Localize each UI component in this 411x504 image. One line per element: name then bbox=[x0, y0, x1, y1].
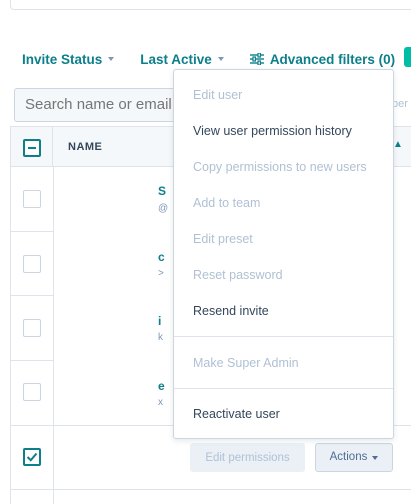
filter-bar: Invite Status Last Active Advanced filte… bbox=[22, 48, 395, 70]
row-name-fragment[interactable]: c bbox=[158, 250, 165, 264]
row-name-fragment[interactable]: e bbox=[158, 379, 165, 393]
invite-status-filter[interactable]: Invite Status bbox=[22, 51, 115, 67]
menu-item-resend-invite[interactable]: Resend invite bbox=[193, 304, 269, 318]
menu-item-reactivate-user[interactable]: Reactivate user bbox=[193, 407, 280, 421]
menu-item-edit-preset: Edit preset bbox=[193, 232, 253, 246]
row-name-fragment[interactable]: i bbox=[158, 314, 161, 328]
last-active-label: Last Active bbox=[140, 51, 212, 67]
row-checkbox-checked[interactable] bbox=[23, 448, 41, 466]
users-page: Invite Status Last Active Advanced filte… bbox=[0, 0, 411, 504]
primary-action-button[interactable] bbox=[404, 47, 411, 67]
row-checkbox[interactable] bbox=[23, 255, 41, 273]
row-email-fragment: x bbox=[158, 397, 163, 408]
row-email-fragment: > bbox=[158, 268, 164, 279]
row-checkbox[interactable] bbox=[23, 383, 41, 401]
actions-label: Actions bbox=[329, 451, 368, 463]
select-all-checkbox[interactable] bbox=[23, 139, 41, 157]
menu-item-reset-password: Reset password bbox=[193, 268, 283, 282]
sort-icon[interactable]: ▲ bbox=[393, 139, 403, 150]
row-name-fragment[interactable]: S bbox=[158, 184, 166, 198]
advanced-filters-label: Advanced filters (0) bbox=[269, 51, 396, 67]
column-divider bbox=[53, 167, 54, 504]
row-divider bbox=[11, 295, 53, 296]
name-column-header[interactable]: NAME bbox=[68, 141, 102, 153]
row-email-fragment: k bbox=[158, 332, 163, 343]
chevron-down-icon bbox=[108, 57, 115, 61]
permissions-column-fragment: per bbox=[392, 98, 408, 110]
row-checkbox[interactable] bbox=[23, 319, 41, 337]
row-divider bbox=[11, 360, 53, 361]
chevron-down-icon bbox=[372, 455, 379, 460]
row-email-fragment: @ bbox=[158, 203, 169, 214]
menu-divider bbox=[174, 388, 393, 389]
check-icon bbox=[26, 452, 38, 462]
chevron-down-icon bbox=[217, 57, 224, 61]
top-card bbox=[10, 0, 411, 10]
menu-item-copy-permissions: Copy permissions to new users bbox=[193, 160, 367, 174]
advanced-filters-button[interactable]: Advanced filters (0) bbox=[249, 51, 396, 67]
row-divider bbox=[11, 489, 411, 490]
row-checkbox[interactable] bbox=[23, 190, 41, 208]
invite-status-label: Invite Status bbox=[22, 51, 103, 67]
last-active-filter[interactable]: Last Active bbox=[140, 52, 224, 67]
row-divider bbox=[11, 231, 53, 232]
actions-dropdown-menu: Edit user View user permission history C… bbox=[173, 69, 394, 439]
actions-button[interactable]: Actions bbox=[315, 443, 393, 472]
edit-permissions-button[interactable]: Edit permissions bbox=[190, 443, 305, 472]
menu-item-view-permission-history[interactable]: View user permission history bbox=[193, 124, 352, 138]
menu-item-make-super-admin: Make Super Admin bbox=[193, 356, 299, 370]
menu-item-add-to-team: Add to team bbox=[193, 196, 261, 210]
sliders-icon bbox=[249, 53, 264, 65]
menu-item-edit-user: Edit user bbox=[193, 88, 243, 102]
menu-divider bbox=[174, 336, 393, 337]
